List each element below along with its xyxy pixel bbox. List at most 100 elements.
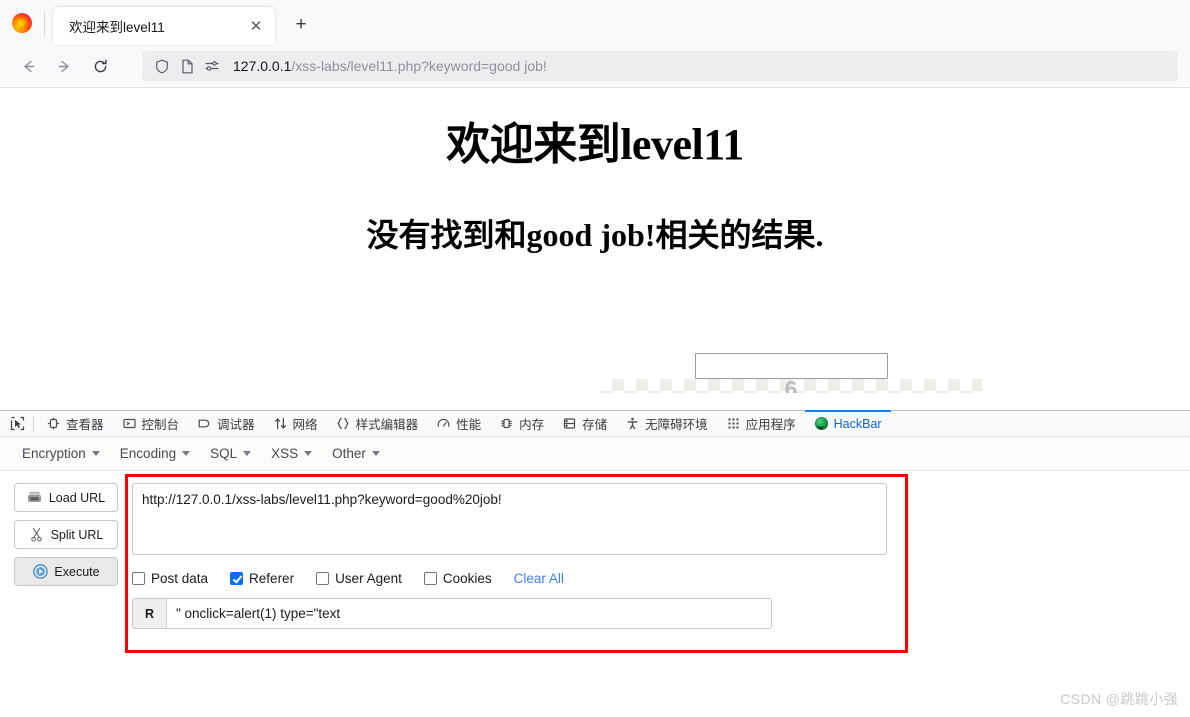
devtools-tab-memory[interactable]: 内存 [490,411,553,436]
back-button[interactable] [12,50,44,82]
referer-tag-label: R [133,599,167,628]
page-subtitle: 没有找到和good job!相关的结果. [366,217,824,253]
checkbox-box[interactable] [132,572,145,585]
chevron-down-icon [243,451,252,456]
execute-button[interactable]: Execute [14,557,118,586]
firefox-logo-icon [12,13,32,33]
hackbar-menu-xss[interactable]: XSS [263,442,320,465]
devtools-tab-style-editor[interactable]: 样式编辑器 [327,411,428,436]
devtools-tab-debugger[interactable]: 调试器 [188,411,264,436]
url-text: 127.0.0.1/xss-labs/level11.php?keyword=g… [233,58,547,74]
url-textarea[interactable] [132,483,887,555]
hackbar-menu-other[interactable]: Other [324,442,388,465]
devtools-tab-accessibility[interactable]: 无障碍环境 [616,411,717,436]
checkbox-label: User Agent [335,571,402,586]
page-content: 欢迎来到level11 没有找到和good job!相关的结果. 5 6 7 [0,88,1190,393]
chevron-down-icon [91,451,100,456]
load-url-button[interactable]: Load URL [14,483,118,512]
button-label: Split URL [50,527,104,542]
debugger-icon [197,416,212,431]
accessibility-icon [625,416,640,431]
tabstrip-divider [44,12,45,36]
hackbar-body: Load URL Split URL Execute http://127.0.… [0,471,1190,629]
checkbox-user-agent[interactable]: User Agent [316,571,402,586]
devtools-tab-network[interactable]: 网络 [264,411,327,436]
checkbox-label: Referer [249,571,295,586]
hackbar-menubar: Encryption Encoding SQL XSS Other [0,437,1190,471]
devtools-tab-label: 内存 [519,418,545,432]
hackbar-menu-sql[interactable]: SQL [202,442,259,465]
hackbar-menu-encryption[interactable]: Encryption [14,442,108,465]
checkbox-box[interactable] [423,572,437,585]
devtools-tab-label: 样式编辑器 [355,418,419,432]
chevron-down-icon [304,451,313,456]
referer-field-group: R [132,598,772,629]
performance-icon [436,416,451,431]
hackbar-fields: Post data Referer User Agent Cookies Cle… [132,483,1190,629]
console-icon [122,416,137,431]
devtools-tab-performance[interactable]: 性能 [427,411,490,436]
clock-gauge-image: 5 6 7 [600,379,982,393]
devtools-tab-inspector[interactable]: 查看器 [37,411,113,436]
new-tab-button[interactable]: + [287,11,315,39]
hackbar-menu-encoding[interactable]: Encoding [112,442,198,465]
element-picker-icon[interactable] [4,412,30,436]
devtools-toolbar: 查看器 控制台 调试器 网络 样式编辑器 性能 内存 存储 无障碍环境 应用程序… [0,410,1190,437]
url-bar[interactable]: 127.0.0.1/xss-labs/level11.php?keyword=g… [142,51,1178,81]
devtools-tab-label: 无障碍环境 [645,418,708,432]
chevron-down-icon [371,451,380,456]
load-url-icon [27,490,43,506]
toolbar-divider [33,415,34,432]
devtools-tab-application[interactable]: 应用程序 [717,411,805,436]
shield-icon [152,56,172,76]
devtools-tab-storage[interactable]: 存储 [553,411,616,436]
inspector-icon [46,416,61,431]
clear-all-link[interactable]: Clear All [514,571,564,586]
keyword-search-input[interactable] [695,353,888,379]
menu-label: SQL [210,446,238,461]
browser-chrome: 欢迎来到level11 ✕ + 127.0.0.1/xss-labs/level… [0,0,1190,88]
menu-label: Encoding [119,446,177,461]
checkbox-box[interactable] [230,572,244,585]
button-label: Load URL [48,490,106,505]
devtools-tab-label: 控制台 [141,418,180,432]
reload-button[interactable] [84,50,116,82]
hackbar-icon [814,416,829,431]
checkbox-box[interactable] [316,572,330,585]
checkbox-referer[interactable]: Referer [230,571,294,586]
browser-tab-title: 欢迎来到level11 [69,20,165,35]
referer-input[interactable] [167,599,771,628]
play-icon [32,564,48,580]
devtools-tab-label: 性能 [456,418,482,432]
page-title: 欢迎来到level11 [446,120,744,169]
url-path: /xss-labs/level11.php?keyword=good job! [291,58,547,74]
devtools-tab-label: 查看器 [66,418,104,432]
devtools-tab-label: 应用程序 [745,418,796,432]
style-editor-icon [336,416,351,431]
close-icon[interactable]: ✕ [245,15,267,37]
devtools-tab-label: HackBar [833,416,882,431]
devtools-tab-hackbar[interactable]: HackBar [804,410,891,436]
split-url-button[interactable]: Split URL [14,520,118,549]
menu-label: Encryption [22,446,86,461]
devtools-tab-label: 存储 [582,418,608,432]
watermark-text: CSDN @跳跳小强 [1060,691,1178,707]
browser-tab-active[interactable]: 欢迎来到level11 ✕ [53,7,275,45]
checkbox-label: Cookies [442,571,492,586]
checkbox-label: Post data [151,571,209,586]
url-host: 127.0.0.1 [233,58,292,74]
storage-icon [562,416,577,431]
scissors-icon [29,527,45,543]
forward-button[interactable] [48,50,80,82]
hackbar-button-column: Load URL Split URL Execute [14,483,118,629]
devtools-panel: 查看器 控制台 调试器 网络 样式编辑器 性能 内存 存储 无障碍环境 应用程序… [0,410,1190,717]
page-icon [177,56,197,76]
permissions-icon[interactable] [202,56,222,76]
devtools-tab-label: 网络 [292,418,318,432]
checkbox-cookies[interactable]: Cookies [423,571,492,586]
checkbox-post-data[interactable]: Post data [132,571,208,586]
devtools-tab-console[interactable]: 控制台 [113,411,189,436]
svg-text:6: 6 [785,379,798,393]
button-label: Execute [54,564,100,579]
application-icon [726,416,741,431]
